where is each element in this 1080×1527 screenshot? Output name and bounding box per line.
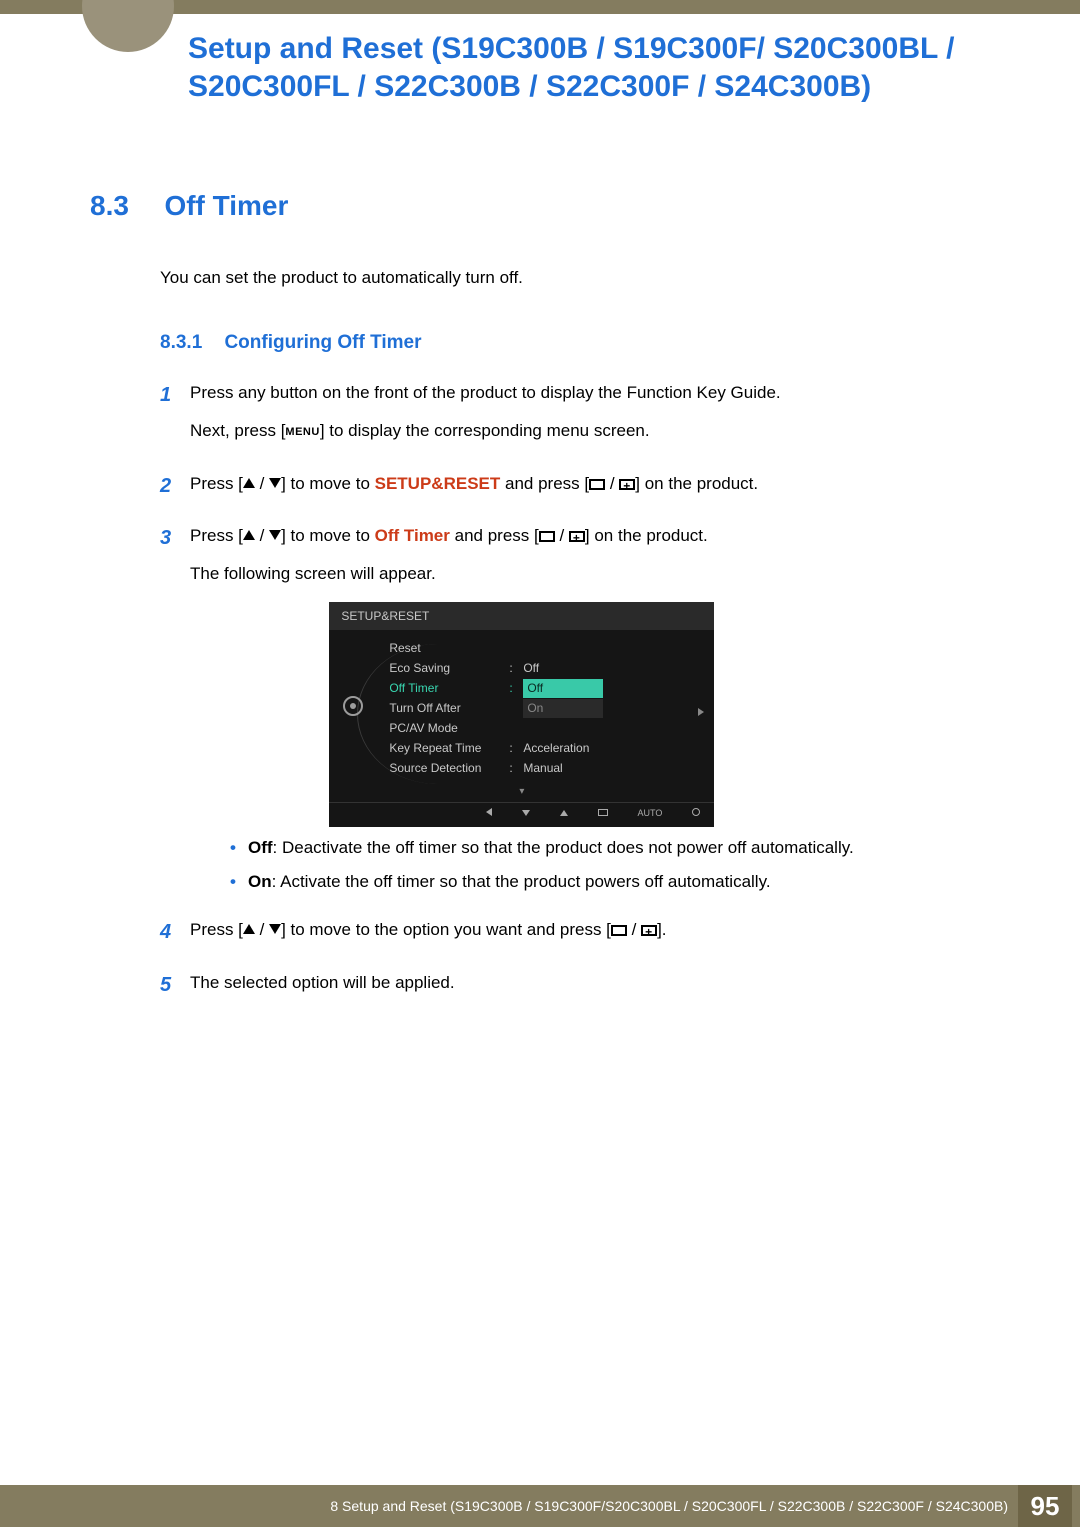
up-arrow-icon (243, 530, 255, 540)
power-icon (692, 808, 700, 816)
down-arrow-icon: ▾ (329, 784, 714, 802)
text: Press [ (190, 526, 243, 545)
menu-key-label: MENU (285, 424, 319, 441)
osd-screenshot: SETUP&RESET Reset Eco Saving:Off Off Tim… (329, 602, 714, 827)
chapter-number-circle (82, 0, 174, 52)
auto-label: AUTO (638, 807, 663, 821)
step-number: 2 (160, 471, 190, 509)
down-arrow-icon (522, 810, 530, 816)
up-arrow-icon (243, 478, 255, 488)
bullet-label: On (248, 872, 272, 891)
osd-title: SETUP&RESET (329, 602, 714, 631)
step-5: 5 The selected option will be applied. (160, 970, 1020, 1008)
bullet-off: • Off: Deactivate the off timer so that … (230, 835, 854, 861)
subsection-title: Configuring Off Timer (224, 332, 421, 354)
subsection-heading: 8.3.1 Configuring Off Timer (160, 332, 1020, 354)
steps-list: 1 Press any button on the front of the p… (160, 380, 1020, 1008)
step-number: 4 (160, 917, 190, 955)
bullet-text: : Deactivate the off timer so that the p… (273, 838, 854, 857)
text: ] to move to (281, 526, 375, 545)
bullet-text: : Activate the off timer so that the pro… (272, 872, 771, 891)
page-footer: 8 Setup and Reset (S19C300B / S19C300F/S… (0, 1485, 1080, 1527)
osd-arc-decoration (357, 644, 437, 784)
right-arrow-icon (698, 708, 704, 716)
section-intro: You can set the product to automatically… (160, 268, 1020, 288)
bullet-on: • On: Activate the off timer so that the… (230, 869, 854, 895)
osd-item-value: Acceleration (523, 739, 714, 758)
source-icon (598, 809, 608, 816)
osd-item-value: Off (523, 659, 714, 678)
text: ] to move to the option you want and pre… (281, 920, 611, 939)
osd-item-value-highlight: Off (523, 679, 603, 698)
step-number: 1 (160, 380, 190, 457)
section-title: Off Timer (164, 190, 288, 222)
text: Next, press [ (190, 421, 285, 440)
osd-item-option: On (523, 699, 603, 718)
osd-nav-icons: AUTO (329, 802, 714, 823)
footer-breadcrumb: 8 Setup and Reset (S19C300B / S19C300F/S… (330, 1498, 1008, 1514)
step-3: 3 Press [ / ] to move to Off Timer and p… (160, 523, 1020, 903)
section-heading: 8.3 Off Timer (90, 190, 1020, 222)
step-text: Press [ / ] to move to Off Timer and pre… (190, 523, 854, 549)
enter-icon (619, 479, 635, 490)
text: ] to move to (281, 474, 375, 493)
step-text: Next, press [MENU] to display the corres… (190, 418, 781, 444)
text: ] on the product. (585, 526, 708, 545)
text: and press [ (450, 526, 539, 545)
page-number: 95 (1018, 1485, 1072, 1527)
text: ] to display the corresponding menu scre… (320, 421, 650, 440)
option-bullets: • Off: Deactivate the off timer so that … (230, 835, 854, 896)
subsection-number: 8.3.1 (160, 332, 220, 354)
step-text: The following screen will appear. (190, 561, 854, 587)
enter-icon (569, 531, 585, 542)
enter-icon (641, 925, 657, 936)
step-2: 2 Press [ / ] to move to SETUP&RESET and… (160, 471, 1020, 509)
bullet-label: Off (248, 838, 273, 857)
down-arrow-icon (269, 530, 281, 540)
step-number: 5 (160, 970, 190, 1008)
keyword-setup-reset: SETUP&RESET (375, 474, 501, 493)
bullet-icon: • (230, 835, 248, 861)
text: and press [ (500, 474, 589, 493)
step-4: 4 Press [ / ] to move to the option you … (160, 917, 1020, 955)
bullet-icon: • (230, 869, 248, 895)
source-icon (611, 925, 627, 936)
down-arrow-icon (269, 924, 281, 934)
section-body: 8.3 Off Timer You can set the product to… (90, 190, 1020, 1022)
step-1: 1 Press any button on the front of the p… (160, 380, 1020, 457)
left-arrow-icon (486, 808, 492, 816)
up-arrow-icon (560, 810, 568, 816)
text: Press [ (190, 920, 243, 939)
step-text: Press any button on the front of the pro… (190, 380, 781, 406)
step-text: Press [ / ] to move to the option you wa… (190, 917, 667, 943)
source-icon (589, 479, 605, 490)
up-arrow-icon (243, 924, 255, 934)
step-text: The selected option will be applied. (190, 970, 455, 996)
keyword-off-timer: Off Timer (375, 526, 450, 545)
step-number: 3 (160, 523, 190, 903)
down-arrow-icon (269, 478, 281, 488)
section-number: 8.3 (90, 190, 160, 222)
text: ] on the product. (635, 474, 758, 493)
text: ]. (657, 920, 666, 939)
source-icon (539, 531, 555, 542)
text: Press [ (190, 474, 243, 493)
chapter-title: Setup and Reset (S19C300B / S19C300F/ S2… (188, 30, 1020, 105)
osd-item-value: Manual (523, 759, 714, 778)
step-text: Press [ / ] to move to SETUP&RESET and p… (190, 471, 758, 497)
